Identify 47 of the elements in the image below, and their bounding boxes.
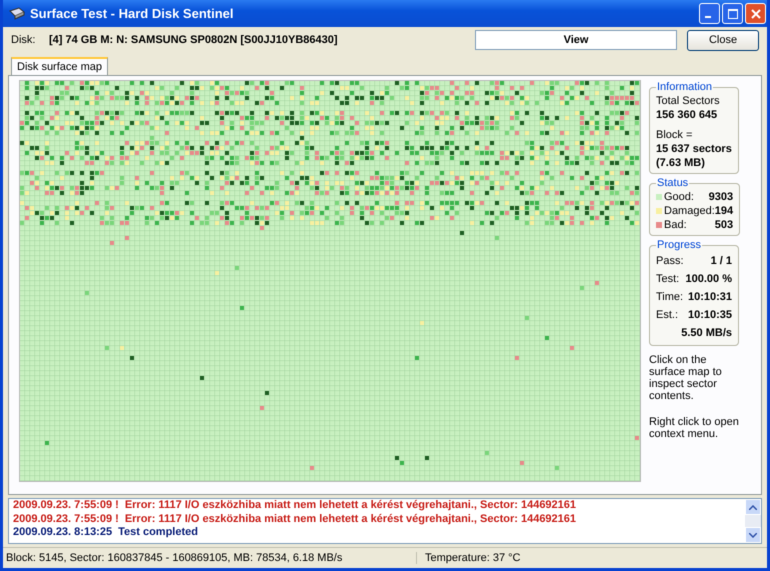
maximize-button[interactable] xyxy=(722,3,743,24)
close-dialog-button[interactable]: Close xyxy=(687,30,759,50)
disk-name: [4] 74 GB M: N: SAMSUNG SP0802N [S00JJ10YB86430] xyxy=(49,34,339,46)
group-title: Progress xyxy=(656,238,702,252)
window-title: Surface Test - Hard Disk Sentinel xyxy=(30,6,234,21)
group-title: Status xyxy=(656,176,690,190)
log-message: Error: 1117 I/O eszközhiba miatt nem lehetett a kérést végrehajtani., Sector: 144692161 xyxy=(124,512,576,524)
info-value: 15 637 sectors xyxy=(656,142,732,156)
status-label: Bad: xyxy=(664,218,688,232)
info-label: Block = xyxy=(656,128,694,142)
info-value: (7.63 MB) xyxy=(656,156,706,170)
disk-icon xyxy=(9,6,25,20)
minimize-button[interactable] xyxy=(699,3,720,24)
progress-value: 10:10:35 xyxy=(688,308,732,323)
log-time: 2009.09.23. 7:55:09 ! xyxy=(13,499,119,511)
progress-label: Pass: xyxy=(656,254,684,269)
status-label: Damaged: xyxy=(664,204,715,218)
log-message: Error: 1117 I/O eszközhiba miatt nem lehetett a kérést végrehajtani., Sector: 144692161 xyxy=(124,499,576,511)
status-count: 9303 xyxy=(708,190,734,204)
scrollbar[interactable] xyxy=(745,499,761,543)
progress-value: 1 / 1 xyxy=(710,254,732,269)
status-label: Good: xyxy=(664,190,695,204)
speed-value: 5.50 MB/s xyxy=(681,326,732,341)
log-time: 2009.09.23. 7:55:09 ! xyxy=(13,512,119,524)
close-icon xyxy=(750,8,760,18)
log-time: 2009.09.23. 8:13:25 xyxy=(13,526,112,538)
maximize-icon xyxy=(728,8,738,18)
view-button[interactable]: View xyxy=(475,30,677,50)
close-button[interactable] xyxy=(745,3,766,24)
status-text: Block: 5145, Sector: 160837845 - 160869105, MB: 78534, 6.18 MB/s xyxy=(3,552,417,564)
status-count: 503 xyxy=(714,218,734,232)
progress-value: 10:10:31 xyxy=(688,290,732,305)
status-count: 194 xyxy=(714,204,734,218)
hint-text: Click on the surface map to inspect sector contents. xyxy=(649,354,723,402)
progress-label: Time: xyxy=(656,290,684,305)
disk-label: Disk: xyxy=(11,34,36,46)
minimize-icon xyxy=(705,16,711,18)
progress-value: 100.00 % xyxy=(686,272,732,287)
info-label: Total Sectors xyxy=(656,94,721,108)
progress-label: Test: xyxy=(656,272,680,287)
log-message: Test completed xyxy=(118,526,198,538)
hint-text: Right click to open context menu. xyxy=(649,416,739,440)
progress-label: Est.: xyxy=(656,308,678,323)
temperature-text: Temperature: 37 °C xyxy=(424,552,520,564)
tab[interactable]: Disk surface map xyxy=(11,57,108,75)
group-title: Information xyxy=(656,80,714,94)
info-value: 156 360 645 xyxy=(656,108,718,122)
